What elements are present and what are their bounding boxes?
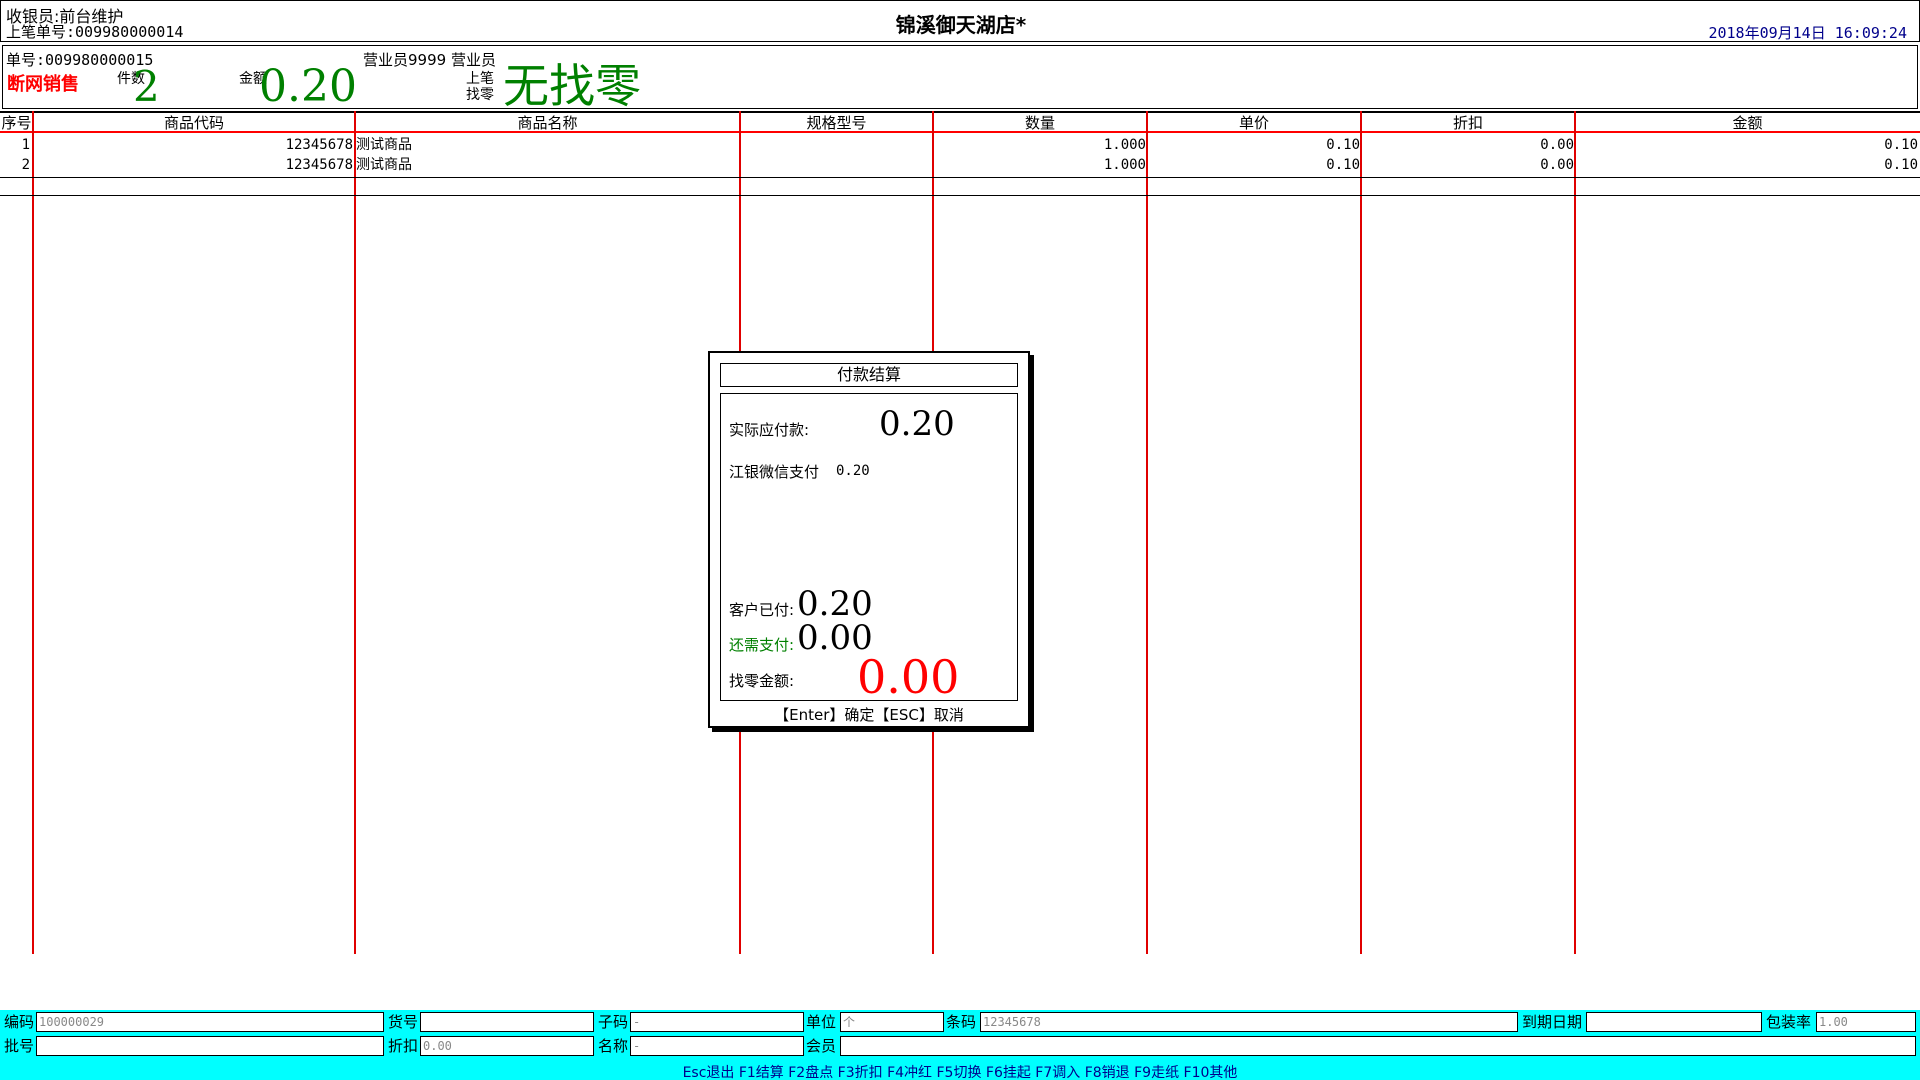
member-label: 会员 — [806, 1037, 837, 1055]
row-separator — [0, 195, 1920, 196]
pack-rate-label: 包装率 — [1766, 1013, 1812, 1031]
row-code: 12345678 — [285, 137, 353, 153]
subcode-input[interactable]: - — [630, 1012, 804, 1032]
row-code: 12345678 — [285, 157, 353, 173]
barcode-input[interactable]: 12345678 — [980, 1012, 1518, 1032]
grid-divider — [1360, 111, 1362, 954]
subcode-label: 子码 — [598, 1013, 629, 1031]
col-header-qty[interactable]: 数量 — [933, 113, 1147, 133]
row-spec — [742, 135, 930, 155]
expiry-input[interactable] — [1586, 1012, 1762, 1032]
amount-due-value: 0.20 — [879, 404, 955, 444]
grid-divider — [32, 111, 34, 954]
row-separator — [0, 177, 1920, 178]
row-spec — [742, 155, 930, 175]
datetime-display: 2018年09月14日 16:09:24 — [1708, 24, 1907, 42]
payment-method-amount: 0.20 — [836, 463, 870, 479]
grid-divider — [1146, 111, 1148, 954]
amount-due-label: 实际应付款: — [729, 421, 810, 439]
col-header-amount[interactable]: 金额 — [1575, 113, 1920, 133]
discount-input[interactable]: 0.00 — [420, 1036, 594, 1056]
change-label: 找零金额: — [729, 672, 795, 690]
name-label: 名称 — [598, 1037, 629, 1055]
store-name: 锦溪御天湖店* — [895, 13, 1027, 37]
payment-method-label: 江银微信支付 — [729, 463, 820, 481]
item-entry-bar: 编码 100000029 货号 子码 - 单位 个 条码 12345678 到期… — [0, 1010, 1920, 1080]
grid-divider — [1574, 111, 1576, 954]
col-header-price[interactable]: 单价 — [1147, 113, 1361, 133]
row-price: 0.10 — [1326, 137, 1360, 153]
row-qty: 1.000 — [1103, 157, 1146, 173]
item-count-value: 2 — [133, 62, 160, 111]
row-name: 测试商品 — [356, 157, 412, 173]
payment-dialog: 付款结算 实际应付款: 0.20 江银微信支付 0.20 客户已付: 0.20 … — [708, 351, 1030, 728]
pack-rate-input[interactable]: 1.00 — [1816, 1012, 1916, 1032]
top-bar: 收银员:前台维护 上笔单号:009980000014 锦溪御天湖店* 2018年… — [0, 0, 1920, 42]
last-change-label: 上笔找零 — [466, 71, 494, 103]
batch-label: 批号 — [4, 1037, 35, 1055]
code-input[interactable]: 100000029 — [36, 1012, 384, 1032]
row-price: 0.10 — [1326, 157, 1360, 173]
member-input[interactable] — [840, 1036, 1916, 1056]
item-no-label: 货号 — [388, 1013, 419, 1031]
code-label: 编码 — [4, 1013, 35, 1031]
col-header-spec[interactable]: 规格型号 — [740, 113, 933, 133]
unit-input[interactable]: 个 — [840, 1012, 944, 1032]
grid-divider — [354, 111, 356, 954]
row-amount: 0.10 — [1884, 137, 1918, 153]
table-row[interactable]: 2 12345678 测试商品 1.000 0.10 0.00 0.10 — [0, 155, 1920, 175]
sale-info-panel: 单号:009980000015 营业员9999 营业员 断网销售 件数 2 金额… — [2, 45, 1918, 113]
row-no: 1 — [21, 137, 30, 153]
dialog-key-hint[interactable]: 【Enter】确定【ESC】取消 — [710, 704, 1028, 725]
paid-label: 客户已付: — [729, 601, 795, 619]
col-header-discount[interactable]: 折扣 — [1361, 113, 1575, 133]
row-name: 测试商品 — [356, 137, 412, 153]
function-key-legend: Esc退出 F1结算 F2盘点 F3折扣 F4冲红 F5切换 F6挂起 F7调入… — [682, 1065, 1238, 1080]
batch-input[interactable] — [36, 1036, 384, 1056]
row-no: 2 — [21, 157, 30, 173]
item-no-input[interactable] — [420, 1012, 594, 1032]
amount-value: 0.20 — [259, 61, 357, 112]
barcode-label: 条码 — [946, 1013, 977, 1031]
table-header: 序号 商品代码 商品名称 规格型号 数量 单价 折扣 金额 — [0, 111, 1920, 133]
unit-label: 单位 — [806, 1013, 837, 1031]
row-qty: 1.000 — [1103, 137, 1146, 153]
dialog-body: 实际应付款: 0.20 江银微信支付 0.20 客户已付: 0.20 还需支付:… — [720, 393, 1018, 704]
bill-number: 单号:009980000015 — [6, 51, 154, 69]
change-value: 0.00 — [857, 650, 960, 704]
remaining-label: 还需支付: — [729, 636, 795, 654]
name-input[interactable]: - — [630, 1036, 804, 1056]
dialog-title: 付款结算 — [720, 363, 1018, 387]
table-row[interactable]: 1 12345678 测试商品 1.000 0.10 0.00 0.10 — [0, 135, 1920, 155]
row-amount: 0.10 — [1884, 157, 1918, 173]
col-header-no[interactable]: 序号 — [0, 113, 33, 133]
col-header-name[interactable]: 商品名称 — [355, 113, 740, 133]
discount-label: 折扣 — [388, 1037, 419, 1055]
col-header-code[interactable]: 商品代码 — [33, 113, 355, 133]
staff-label: 营业员9999 营业员 — [363, 51, 496, 69]
row-discount: 0.00 — [1540, 137, 1574, 153]
expiry-label: 到期日期 — [1522, 1013, 1583, 1031]
row-discount: 0.00 — [1540, 157, 1574, 173]
last-change-value: 无找零 — [503, 59, 641, 113]
offline-sale-badge: 断网销售 — [7, 74, 79, 95]
